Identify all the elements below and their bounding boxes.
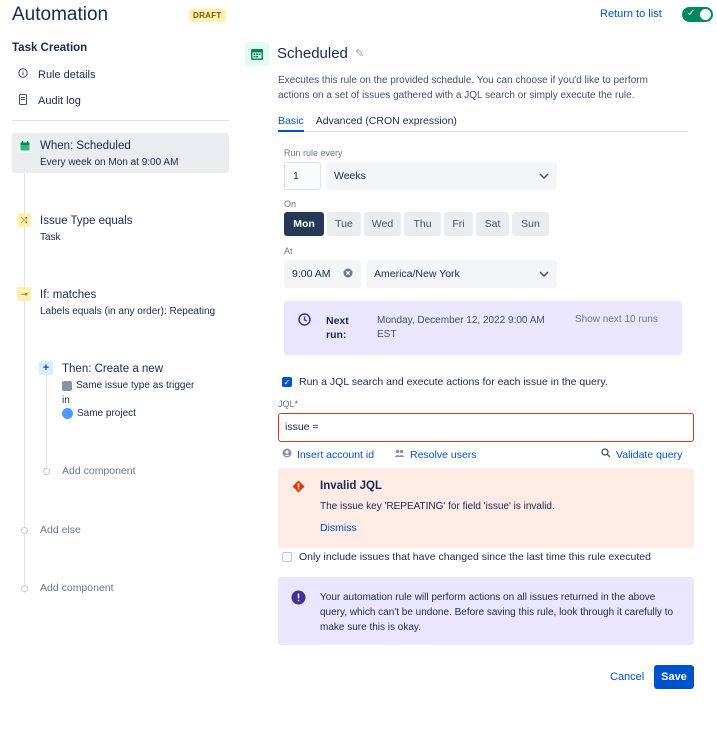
project-icon xyxy=(62,408,73,419)
resolve-users-label: Resolve users xyxy=(410,448,477,461)
next-run-value: Monday, December 12, 2022 9:00 AM EST xyxy=(377,315,545,340)
action-issue-type: Same issue type as trigger xyxy=(76,380,195,391)
rule-details-link[interactable]: Rule details xyxy=(18,68,95,81)
required-marker: * xyxy=(294,399,299,409)
dismiss-link[interactable]: Dismiss xyxy=(320,522,357,534)
time-input[interactable]: 9:00 AM xyxy=(284,260,361,288)
audit-log-label: Audit log xyxy=(38,95,81,107)
chevron-down-icon xyxy=(539,269,549,279)
sidebar-divider xyxy=(12,120,229,121)
day-tue[interactable]: Tue xyxy=(327,212,361,236)
condition-issue-type-subtitle: Task xyxy=(40,232,61,243)
app-title: Automation xyxy=(12,4,109,25)
day-sat[interactable]: Sat xyxy=(476,212,509,236)
search-icon xyxy=(601,448,611,461)
error-message: The issue key 'REPEATING' for field 'iss… xyxy=(320,501,555,512)
action-title[interactable]: Then: Create a new xyxy=(62,363,163,375)
toggle-knob xyxy=(700,9,711,20)
panel-description: Executes this rule on the provided sched… xyxy=(278,75,648,101)
return-to-list-link[interactable]: Return to list xyxy=(600,8,662,20)
next-run-label: Next run: xyxy=(326,315,349,341)
tab-basic[interactable]: Basic xyxy=(278,113,304,132)
condition-if-matches-subtitle: Labels equals (in any order): Repeating xyxy=(40,306,216,317)
calendar-icon xyxy=(18,139,32,153)
trigger-title: When: Scheduled xyxy=(40,140,131,152)
resolve-users-link[interactable]: Resolve users xyxy=(394,448,477,461)
timezone-select[interactable]: America/New York xyxy=(366,260,557,288)
insert-account-id-label: Insert account id xyxy=(297,448,375,461)
jql-label-wrap: JQL* xyxy=(278,399,298,409)
user-icon xyxy=(282,448,292,461)
section-title: Task Creation xyxy=(12,42,88,54)
at-label: At xyxy=(284,246,293,256)
calendar-icon xyxy=(245,42,269,66)
error-title: Invalid JQL xyxy=(320,480,382,492)
rule-details-label: Rule details xyxy=(38,68,96,81)
add-component-outer-dot xyxy=(21,585,28,592)
timezone-value: America/New York xyxy=(374,268,460,280)
day-thu[interactable]: Thu xyxy=(404,212,441,236)
action-in: in xyxy=(62,395,70,406)
run-every-unit-select[interactable]: Weeks xyxy=(326,162,557,190)
jql-input[interactable]: issue = xyxy=(278,413,694,442)
time-value: 9:00 AM xyxy=(292,268,331,280)
add-component-outer[interactable]: Add component xyxy=(40,582,114,594)
shuffle-icon: ⤨ xyxy=(17,213,31,227)
show-next-runs-link[interactable]: Show next 10 runs xyxy=(575,314,658,325)
tab-advanced[interactable]: Advanced (CRON expression) xyxy=(316,113,457,132)
jql-checkbox-label: Run a JQL search and execute actions for… xyxy=(299,376,608,388)
plus-icon: + xyxy=(39,361,53,375)
cancel-button[interactable]: Cancel xyxy=(610,671,644,683)
branch-icon: ⊸ xyxy=(17,287,31,301)
jql-label: JQL xyxy=(278,399,295,409)
day-sun[interactable]: Sun xyxy=(512,212,549,236)
jql-checkbox[interactable]: ✓ xyxy=(282,377,292,387)
add-else-dot xyxy=(21,527,28,534)
issue-type-icon xyxy=(62,380,72,391)
run-every-unit-value: Weeks xyxy=(334,170,366,182)
clear-icon[interactable] xyxy=(343,268,353,281)
chevron-down-icon xyxy=(539,171,549,181)
draft-badge: DRAFT xyxy=(189,9,226,22)
run-every-label: Run rule every xyxy=(284,148,343,158)
only-changed-checkbox[interactable] xyxy=(282,552,292,562)
audit-log-link[interactable]: Audit log xyxy=(18,94,81,108)
day-mon[interactable]: Mon xyxy=(284,212,324,236)
condition-if-matches-title[interactable]: If: matches xyxy=(40,289,96,301)
branch-flow-line xyxy=(46,368,47,468)
check-icon: ✓ xyxy=(687,8,696,19)
edit-pencil-icon[interactable]: ✎ xyxy=(355,47,364,60)
validate-query-label: Validate query xyxy=(616,448,683,461)
rule-enabled-toggle[interactable]: ✓ xyxy=(682,7,713,22)
tab-bar: Basic Advanced (CRON expression) xyxy=(278,113,688,132)
day-wed[interactable]: Wed xyxy=(364,212,401,236)
save-button[interactable]: Save xyxy=(654,665,694,689)
action-line-3: Same project xyxy=(62,408,136,419)
document-icon xyxy=(18,94,28,108)
add-else[interactable]: Add else xyxy=(40,524,81,536)
info-icon xyxy=(291,590,306,608)
add-component-inner[interactable]: Add component xyxy=(62,465,136,477)
trigger-subtitle: Every week on Mon at 9:00 AM xyxy=(40,157,179,168)
condition-issue-type-title[interactable]: Issue Type equals xyxy=(40,215,133,227)
panel-title: Scheduled xyxy=(277,45,348,62)
action-project: Same project xyxy=(77,408,136,419)
run-every-input[interactable]: 1 xyxy=(284,162,321,190)
on-label: On xyxy=(284,199,297,209)
only-changed-label: Only include issues that have changed si… xyxy=(299,551,651,563)
day-fri[interactable]: Fri xyxy=(444,212,473,236)
add-component-inner-dot xyxy=(43,468,50,475)
error-icon xyxy=(292,480,305,496)
action-line-1: Same issue type as trigger xyxy=(62,380,194,391)
clock-icon xyxy=(298,313,311,329)
info-icon xyxy=(18,68,28,81)
day-selector: Mon Tue Wed Thu Fri Sat Sun xyxy=(284,212,549,236)
validate-query-link[interactable]: Validate query xyxy=(601,448,682,461)
insert-account-id-link[interactable]: Insert account id xyxy=(282,448,374,461)
info-message: Your automation rule will perform action… xyxy=(320,592,674,633)
users-icon xyxy=(394,448,405,461)
